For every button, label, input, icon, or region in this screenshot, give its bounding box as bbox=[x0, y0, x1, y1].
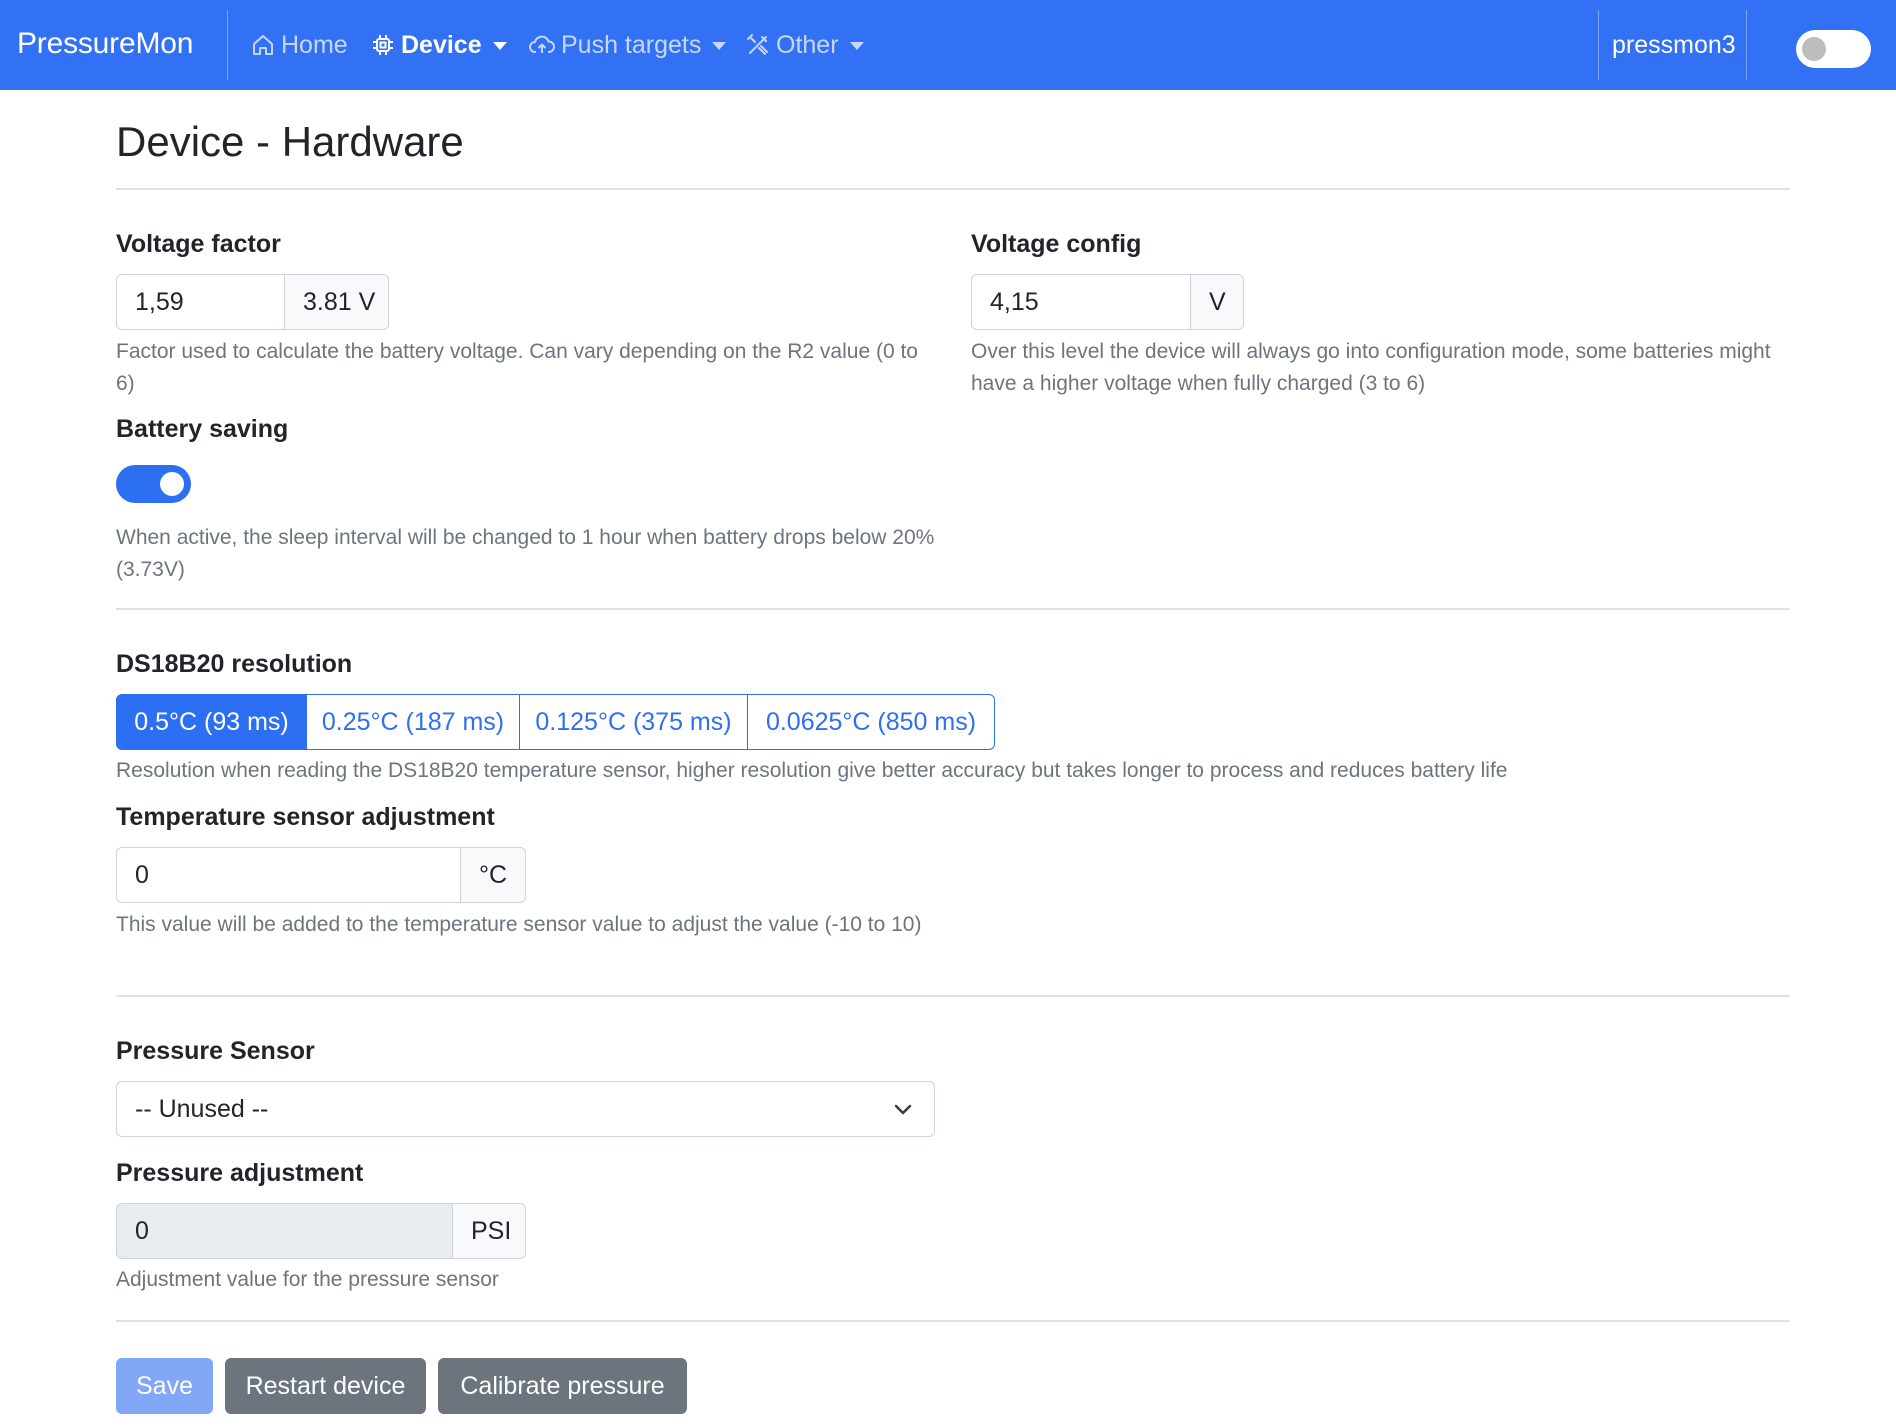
ds18b20-resolution-label: DS18B20 resolution bbox=[116, 650, 353, 678]
switch-knob bbox=[160, 472, 184, 496]
resolution-option-0-25[interactable]: 0.25°C (187 ms) bbox=[306, 694, 520, 750]
chevron-down-icon bbox=[712, 42, 727, 50]
save-button[interactable]: Save bbox=[116, 1358, 213, 1414]
resolution-option-0-5[interactable]: 0.5°C (93 ms) bbox=[116, 694, 307, 750]
nav-home[interactable]: Home bbox=[251, 26, 348, 64]
ds18b20-resolution-help: Resolution when reading the DS18B20 temp… bbox=[116, 759, 1508, 782]
divider bbox=[116, 1320, 1790, 1322]
divider bbox=[116, 608, 1790, 610]
nav-home-label: Home bbox=[281, 30, 348, 59]
pressure-adjust-help: Adjustment value for the pressure sensor bbox=[116, 1268, 499, 1291]
cloud-upload-icon bbox=[529, 35, 555, 53]
dark-mode-toggle[interactable] bbox=[1796, 30, 1871, 68]
resolution-option-0-125[interactable]: 0.125°C (375 ms) bbox=[519, 694, 748, 750]
navbar-divider bbox=[1598, 10, 1599, 80]
pressure-adjust-input[interactable]: 0 bbox=[116, 1203, 453, 1259]
chevron-down-icon bbox=[894, 1104, 912, 1115]
page-title: Device - Hardware bbox=[116, 118, 464, 165]
calibrate-pressure-button[interactable]: Calibrate pressure bbox=[438, 1358, 687, 1414]
resolution-option-0-0625[interactable]: 0.0625°C (850 ms) bbox=[747, 694, 995, 750]
voltage-factor-input[interactable]: 1,59 bbox=[116, 274, 285, 330]
voltage-factor-label: Voltage factor bbox=[116, 230, 281, 258]
nav-other-label: Other bbox=[776, 30, 839, 59]
voltage-config-input[interactable]: 4,15 bbox=[971, 274, 1191, 330]
pressure-adjust-label: Pressure adjustment bbox=[116, 1159, 364, 1187]
chip-icon bbox=[373, 35, 393, 55]
chevron-down-icon bbox=[849, 42, 864, 50]
voltage-config-help: Over this level the device will always g… bbox=[971, 340, 1771, 395]
pressure-sensor-select[interactable]: -- Unused -- bbox=[116, 1081, 935, 1137]
nav-push-targets-label: Push targets bbox=[561, 30, 702, 59]
voltage-config-group: 4,15 V bbox=[971, 274, 1244, 330]
navbar-divider bbox=[1746, 10, 1747, 80]
nav-device-dropdown[interactable]: Device bbox=[371, 26, 507, 64]
brand-link[interactable]: PressureMon bbox=[17, 24, 193, 64]
temp-adjust-addon: °C bbox=[461, 847, 526, 903]
battery-saving-switch[interactable] bbox=[116, 465, 191, 503]
temp-adjust-group: 0 °C bbox=[116, 847, 526, 903]
pressure-adjust-group: 0 PSI bbox=[116, 1203, 526, 1259]
toggle-knob bbox=[1802, 37, 1826, 61]
restart-device-button[interactable]: Restart device bbox=[225, 1358, 426, 1414]
divider bbox=[116, 188, 1790, 190]
nav-push-targets-dropdown[interactable]: Push targets bbox=[529, 26, 727, 64]
top-navbar: PressureMon Home Device Push targets Oth… bbox=[0, 0, 1896, 90]
temp-adjust-label: Temperature sensor adjustment bbox=[116, 803, 495, 831]
chevron-down-icon bbox=[492, 42, 507, 50]
temp-adjust-help: This value will be added to the temperat… bbox=[116, 913, 922, 936]
temp-adjust-input[interactable]: 0 bbox=[116, 847, 461, 903]
ds18b20-resolution-group: 0.5°C (93 ms) 0.25°C (187 ms) 0.125°C (3… bbox=[116, 694, 995, 750]
divider bbox=[116, 995, 1790, 997]
voltage-factor-addon: 3.81 V bbox=[285, 274, 389, 330]
navbar-divider bbox=[227, 10, 228, 80]
home-icon bbox=[253, 35, 273, 55]
battery-saving-help: When active, the sleep interval will be … bbox=[116, 526, 935, 581]
nav-device-label: Device bbox=[401, 30, 482, 59]
device-hostname: pressmon3 bbox=[1612, 31, 1736, 59]
pressure-adjust-addon: PSI bbox=[453, 1203, 526, 1259]
voltage-factor-group: 1,59 3.81 V bbox=[116, 274, 389, 330]
battery-saving-label: Battery saving bbox=[116, 415, 289, 443]
voltage-config-label: Voltage config bbox=[971, 230, 1142, 258]
voltage-config-addon: V bbox=[1191, 274, 1244, 330]
pressure-sensor-selected: -- Unused -- bbox=[135, 1094, 269, 1123]
tools-icon bbox=[747, 34, 768, 55]
nav-other-dropdown[interactable]: Other bbox=[746, 26, 864, 64]
pressure-sensor-label: Pressure Sensor bbox=[116, 1037, 315, 1065]
voltage-factor-help: Factor used to calculate the battery vol… bbox=[116, 340, 918, 395]
